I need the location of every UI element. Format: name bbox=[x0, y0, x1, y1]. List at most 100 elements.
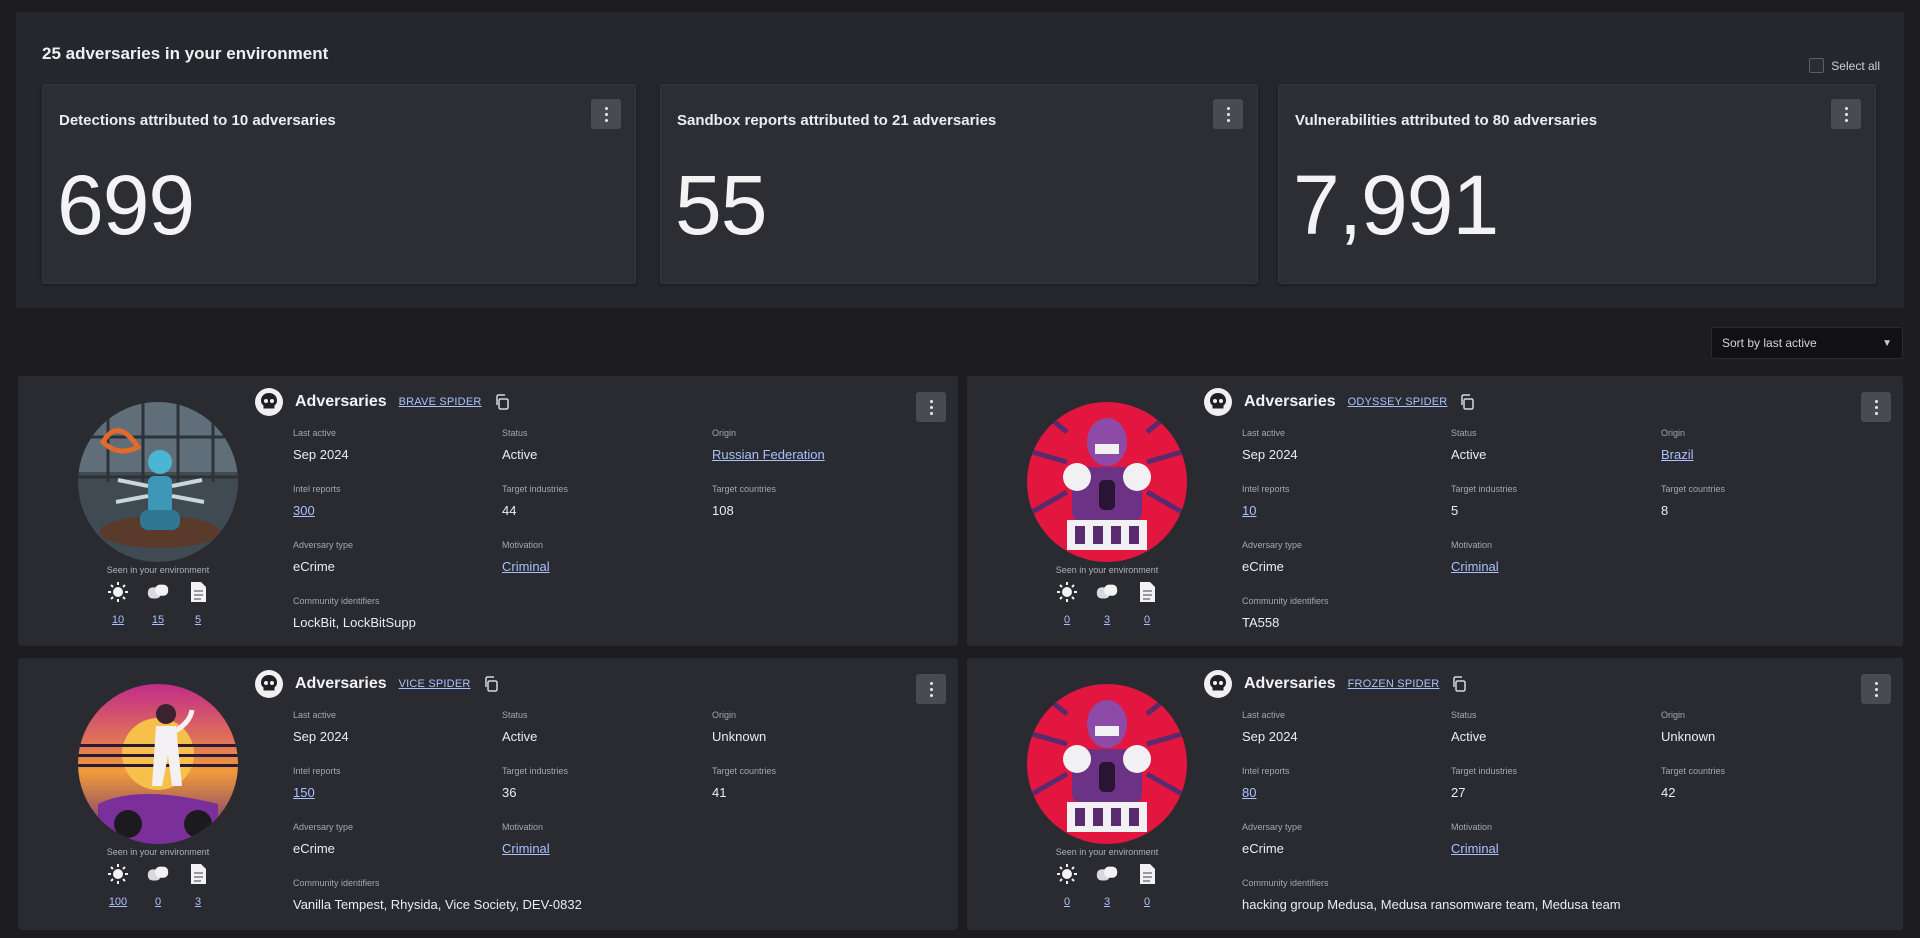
adversary-name-link[interactable]: BRAVE SPIDER bbox=[399, 396, 482, 408]
seen-counts: 0 3 0 bbox=[1055, 614, 1159, 626]
field-intel-reports: Intel reports 10 bbox=[1242, 484, 1290, 518]
seen-count-reports[interactable]: 0 bbox=[1135, 614, 1159, 626]
motivation-link[interactable]: Criminal bbox=[1451, 559, 1499, 574]
summary-title: 25 adversaries in your environment bbox=[42, 44, 329, 63]
document-icon bbox=[186, 580, 210, 604]
seen-count-detections[interactable]: 0 bbox=[1055, 614, 1079, 626]
intel-reports-link[interactable]: 300 bbox=[293, 503, 341, 518]
field-intel-reports: Intel reports 80 bbox=[1242, 766, 1290, 800]
field-origin: Origin Unknown bbox=[712, 710, 767, 744]
adversary-card[interactable]: Seen in your environment 0 3 0 Adversari… bbox=[967, 658, 1903, 930]
document-icon bbox=[186, 862, 210, 886]
field-intel-reports: Intel reports 150 bbox=[293, 766, 341, 800]
seen-count-sandbox[interactable]: 3 bbox=[1095, 614, 1119, 626]
adversary-kind: Adversaries bbox=[295, 675, 387, 692]
stat-value: 699 bbox=[57, 158, 195, 252]
seen-count-detections[interactable]: 100 bbox=[106, 896, 130, 908]
stat-card-detections: Detections attributed to 10 adversaries … bbox=[42, 84, 636, 284]
skull-icon bbox=[255, 670, 283, 698]
pill-icon bbox=[146, 580, 170, 604]
adversary-kind: Adversaries bbox=[1244, 675, 1336, 692]
seen-icons bbox=[1055, 580, 1159, 604]
seen-count-sandbox[interactable]: 0 bbox=[146, 896, 170, 908]
sort-select[interactable]: Sort by last active ▼ bbox=[1711, 327, 1903, 359]
seen-icons bbox=[106, 862, 210, 886]
stat-label: Sandbox reports attributed to 21 adversa… bbox=[677, 112, 997, 129]
select-all[interactable]: Select all bbox=[1809, 58, 1880, 73]
copy-icon[interactable] bbox=[483, 676, 499, 692]
field-target-industries: Target industries 36 bbox=[502, 766, 569, 800]
field-adversary-type: Adversary type eCrime bbox=[1242, 540, 1303, 574]
field-motivation: Motivation Criminal bbox=[1451, 822, 1499, 856]
origin-link[interactable]: Brazil bbox=[1661, 447, 1694, 462]
adversary-card[interactable]: Seen in your environment 0 3 0 Adversari… bbox=[967, 376, 1903, 646]
kebab-menu-icon[interactable] bbox=[1861, 674, 1891, 704]
intel-reports-link[interactable]: 80 bbox=[1242, 785, 1290, 800]
select-all-checkbox[interactable] bbox=[1809, 58, 1825, 73]
stat-label: Vulnerabilities attributed to 80 adversa… bbox=[1295, 112, 1598, 129]
field-last-active: Last active Sep 2024 bbox=[1242, 710, 1298, 744]
document-icon bbox=[1135, 580, 1159, 604]
seen-count-sandbox[interactable]: 15 bbox=[146, 614, 170, 626]
kebab-menu-icon[interactable] bbox=[1213, 99, 1243, 129]
adversary-header: Adversaries ODYSSEY SPIDER bbox=[1204, 388, 1475, 416]
adversary-avatar bbox=[1027, 402, 1187, 562]
copy-icon[interactable] bbox=[494, 394, 510, 410]
sun-icon bbox=[106, 862, 130, 886]
field-status: Status Active bbox=[1451, 428, 1487, 462]
seen-label: Seen in your environment bbox=[106, 847, 210, 857]
sun-icon bbox=[106, 580, 130, 604]
adversary-card[interactable]: Seen in your environment 100 0 3 Adversa… bbox=[18, 658, 958, 930]
seen-count-detections[interactable]: 0 bbox=[1055, 896, 1079, 908]
field-adversary-type: Adversary type eCrime bbox=[1242, 822, 1303, 856]
adversary-name-link[interactable]: ODYSSEY SPIDER bbox=[1348, 396, 1448, 408]
motivation-link[interactable]: Criminal bbox=[502, 841, 550, 856]
copy-icon[interactable] bbox=[1451, 676, 1467, 692]
document-icon bbox=[1135, 862, 1159, 886]
adversary-kind: Adversaries bbox=[295, 393, 387, 410]
adversary-name-link[interactable]: VICE SPIDER bbox=[399, 678, 471, 690]
field-adversary-type: Adversary type eCrime bbox=[293, 540, 354, 574]
seen-count-reports[interactable]: 3 bbox=[186, 896, 210, 908]
field-status: Status Active bbox=[502, 710, 538, 744]
field-target-countries: Target countries 8 bbox=[1661, 484, 1726, 518]
adversary-avatar bbox=[78, 402, 238, 562]
adversary-avatar bbox=[1027, 684, 1187, 844]
skull-icon bbox=[1204, 388, 1232, 416]
field-motivation: Motivation Criminal bbox=[1451, 540, 1499, 574]
origin-link[interactable]: Russian Federation bbox=[712, 447, 825, 462]
copy-icon[interactable] bbox=[1459, 394, 1475, 410]
field-origin: Origin Unknown bbox=[1661, 710, 1716, 744]
seen-counts: 100 0 3 bbox=[106, 896, 210, 908]
kebab-menu-icon[interactable] bbox=[916, 674, 946, 704]
sun-icon bbox=[1055, 862, 1079, 886]
intel-reports-link[interactable]: 10 bbox=[1242, 503, 1290, 518]
adversary-name-link[interactable]: FROZEN SPIDER bbox=[1348, 678, 1440, 690]
kebab-menu-icon[interactable] bbox=[1831, 99, 1861, 129]
seen-count-reports[interactable]: 0 bbox=[1135, 896, 1159, 908]
adversary-header: Adversaries BRAVE SPIDER bbox=[255, 388, 510, 416]
seen-count-reports[interactable]: 5 bbox=[186, 614, 210, 626]
seen-counts: 10 15 5 bbox=[106, 614, 210, 626]
kebab-menu-icon[interactable] bbox=[1861, 392, 1891, 422]
adversary-avatar bbox=[78, 684, 238, 844]
field-last-active: Last active Sep 2024 bbox=[293, 710, 349, 744]
field-last-active: Last active Sep 2024 bbox=[1242, 428, 1298, 462]
kebab-menu-icon[interactable] bbox=[916, 392, 946, 422]
seen-count-sandbox[interactable]: 3 bbox=[1095, 896, 1119, 908]
motivation-link[interactable]: Criminal bbox=[502, 559, 550, 574]
stat-card-sandbox: Sandbox reports attributed to 21 adversa… bbox=[660, 84, 1258, 284]
stat-card-vulnerabilities: Vulnerabilities attributed to 80 adversa… bbox=[1278, 84, 1876, 284]
seen-count-detections[interactable]: 10 bbox=[106, 614, 130, 626]
field-target-industries: Target industries 27 bbox=[1451, 766, 1518, 800]
seen-counts: 0 3 0 bbox=[1055, 896, 1159, 908]
kebab-menu-icon[interactable] bbox=[591, 99, 621, 129]
pill-icon bbox=[1095, 580, 1119, 604]
intel-reports-link[interactable]: 150 bbox=[293, 785, 341, 800]
field-origin: Origin Russian Federation bbox=[712, 428, 825, 462]
motivation-link[interactable]: Criminal bbox=[1451, 841, 1499, 856]
field-community-identifiers: Community identifiers Vanilla Tempest, Rh… bbox=[293, 878, 582, 912]
field-target-countries: Target countries 41 bbox=[712, 766, 777, 800]
field-status: Status Active bbox=[502, 428, 538, 462]
adversary-card[interactable]: Seen in your environment 10 15 5 Adversa… bbox=[18, 376, 958, 646]
